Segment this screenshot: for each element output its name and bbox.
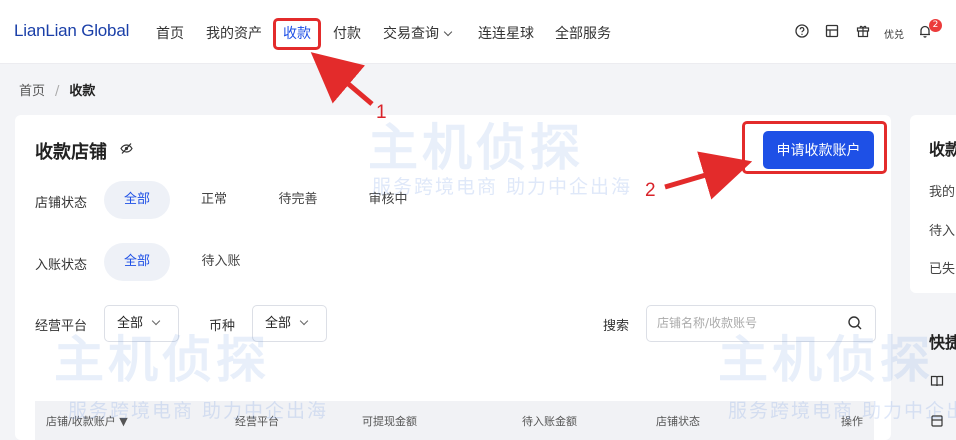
entry-status-all[interactable]: 全部 (104, 243, 170, 281)
nav-item-transactions-label: 交易查询 (383, 26, 439, 42)
nav-item-pay[interactable]: 付款 (333, 23, 361, 43)
highlight-box-receive (273, 18, 321, 50)
currency-label: 币种 (209, 319, 236, 334)
side-item-mine[interactable]: 我的 (929, 181, 955, 200)
side-item-failed[interactable]: 已失 (929, 258, 955, 277)
chevron-down-icon (443, 27, 453, 37)
nav-item-planet[interactable]: 连连星球 (478, 23, 534, 43)
help-icon[interactable] (795, 24, 809, 38)
col-withdrawable: 可提现金额 (362, 415, 417, 428)
eye-off-icon[interactable] (120, 142, 133, 155)
col-store-status: 店铺状态 (656, 415, 700, 428)
side-quick-title: 快捷 (929, 333, 956, 352)
col-platform: 经营平台 (235, 415, 279, 428)
platform-label: 经营平台 (35, 319, 88, 334)
highlight-box-apply: 申请收款账户 (742, 121, 887, 174)
entry-status-label: 入账状态 (35, 258, 88, 273)
document-icon[interactable] (825, 24, 839, 38)
youhui-link[interactable]: 优兑 (884, 26, 904, 41)
entry-status-pending[interactable]: 待入账 (189, 243, 253, 281)
store-status-reviewing[interactable]: 审核中 (355, 181, 421, 219)
annotation-number-2: 2 (645, 180, 656, 201)
chevron-down-icon (151, 316, 161, 326)
search-label: 搜索 (603, 319, 630, 334)
col-actions: 操作 (841, 415, 863, 428)
breadcrumb: 首页 / 收款 (19, 80, 95, 99)
breadcrumb-home[interactable]: 首页 (19, 84, 45, 99)
side-item-pending[interactable]: 待入 (929, 220, 955, 239)
nav-item-home[interactable]: 首页 (156, 23, 184, 43)
platform-select[interactable]: 全部 (104, 305, 179, 342)
filter-icon[interactable]: ▼ (119, 415, 127, 428)
nav-item-assets[interactable]: 我的资产 (206, 23, 262, 43)
brand-logo[interactable]: LianLian Global (14, 21, 129, 41)
store-status-normal[interactable]: 正常 (183, 181, 245, 219)
store-status-label: 店铺状态 (35, 196, 88, 211)
chevron-down-icon (299, 316, 309, 326)
apply-account-button[interactable]: 申请收款账户 (763, 131, 874, 169)
search-input[interactable]: 店铺名称/收款账号 (646, 305, 876, 342)
nav-item-all-services[interactable]: 全部服务 (555, 23, 611, 43)
col-pending-amount: 待入账金额 (522, 415, 577, 428)
annotation-number-1: 1 (376, 102, 387, 123)
store-status-incomplete[interactable]: 待完善 (263, 181, 333, 219)
breadcrumb-separator: / (55, 84, 60, 99)
col-store-account-label: 店铺/收款账户 (46, 415, 116, 428)
nav-item-transactions[interactable]: 交易查询 (383, 23, 453, 43)
col-store-account: 店铺/收款账户 ▼ (46, 413, 128, 429)
box-icon[interactable] (930, 414, 944, 428)
search-icon[interactable] (847, 315, 863, 331)
top-nav: LianLian Global 首页 我的资产 收款 付款 交易查询 连连星球 … (0, 0, 956, 64)
arrow-to-receive-icon (310, 52, 374, 106)
receive-stores-card: 收款店铺 申请收款账户 店铺状态 全部 正常 待完善 审核中 入账状态 全部 待… (15, 115, 891, 440)
currency-select[interactable]: 全部 (252, 305, 327, 342)
side-receive-card: 收款 我的 待入 已失 (910, 115, 956, 293)
breadcrumb-current: 收款 (69, 84, 96, 99)
gift-icon[interactable] (856, 24, 870, 38)
table-header: 店铺/收款账户 ▼ 经营平台 可提现金额 待入账金额 店铺状态 操作 (35, 401, 874, 440)
book-icon[interactable] (930, 374, 944, 388)
page-title: 收款店铺 (35, 142, 107, 163)
currency-select-value: 全部 (265, 316, 292, 331)
notification-badge: 2 (929, 19, 942, 32)
side-card-title: 收款 (929, 140, 956, 159)
store-status-all[interactable]: 全部 (104, 181, 170, 219)
platform-select-value: 全部 (117, 316, 144, 331)
